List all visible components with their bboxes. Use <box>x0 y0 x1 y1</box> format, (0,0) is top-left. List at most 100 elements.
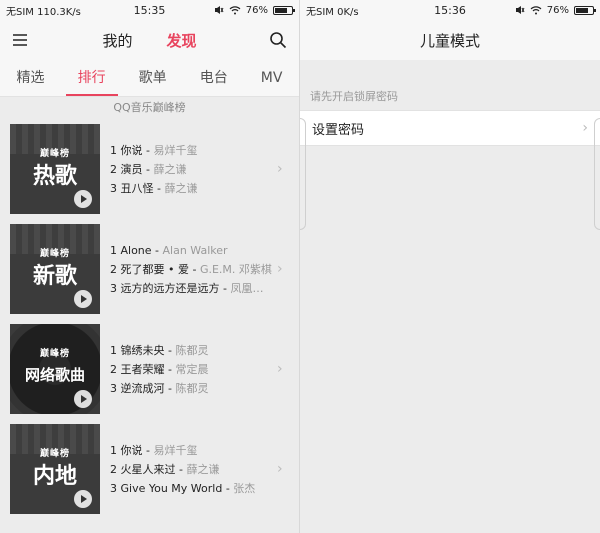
song-title: 3 丑八怪 <box>110 181 154 195</box>
play-icon[interactable] <box>74 390 92 408</box>
chart-item-network[interactable]: 巅峰榜 网络歌曲 1 锦绣未央 - 陈都灵 2 王者荣耀 - 常定晨 3 逆流成… <box>0 319 299 419</box>
battery-fill <box>275 7 288 13</box>
song-title: 1 Alone <box>110 243 152 257</box>
song-artist: 张杰 <box>233 481 256 495</box>
section-title: QQ音乐巅峰榜 <box>0 97 299 119</box>
screen-edge-right <box>594 118 600 230</box>
subtab-playlists[interactable]: 歌单 <box>127 60 179 96</box>
chevron-right-icon: › <box>277 361 283 377</box>
chart-cover[interactable]: 巅峰榜 内地 <box>10 424 100 514</box>
list-item: 3 Give You My World - 张杰 <box>110 481 256 495</box>
chart-cover[interactable]: 巅峰榜 热歌 <box>10 124 100 214</box>
song-title: 2 演员 <box>110 162 143 176</box>
song-title: 2 死了都要 • 爱 <box>110 262 189 276</box>
status-icons: 76% <box>197 5 296 16</box>
chevron-right-icon: › <box>582 120 588 136</box>
song-artist: 薛之谦 <box>153 162 187 176</box>
battery-icon <box>273 5 296 15</box>
song-list: 1 Alone - Alan Walker 2 死了都要 • 爱 - G.E.M… <box>100 241 277 298</box>
status-bar: 无SIM 110.3K/s 15:35 76% <box>0 0 299 20</box>
tab-discover[interactable]: 发现 <box>167 30 197 51</box>
kids-mode-screen: 无SIM 0K/s 15:36 76% 儿童模式 请先开启锁屏密码 设置密码 › <box>300 0 600 533</box>
carrier-text: 无SIM 0K/s <box>306 6 359 18</box>
song-artist: 薛之谦 <box>164 181 198 195</box>
play-icon[interactable] <box>74 290 92 308</box>
clock-text: 15:36 <box>434 3 466 17</box>
chart-cover[interactable]: 巅峰榜 网络歌曲 <box>10 324 100 414</box>
cover-title: 热歌 <box>32 164 77 189</box>
song-artist: Alan Walker <box>162 243 228 257</box>
set-password-label: 设置密码 <box>312 122 365 138</box>
song-title: 1 你说 <box>110 143 143 157</box>
wifi-icon <box>229 6 241 15</box>
tab-mine[interactable]: 我的 <box>102 30 132 51</box>
song-title: 3 远方的远方还是远方 <box>110 281 220 295</box>
chevron-right-icon: › <box>277 261 283 277</box>
subtab-ranking[interactable]: 排行 <box>65 60 118 96</box>
subtab-radio[interactable]: 电台 <box>188 60 240 96</box>
menu-icon[interactable] <box>12 32 28 48</box>
cover-title: 新歌 <box>32 264 77 289</box>
list-item: 1 你说 - 易烊千玺 <box>110 143 198 157</box>
song-list: 1 你说 - 易烊千玺 2 火星人来过 - 薛之谦 3 Give You My … <box>100 441 277 498</box>
list-item: 2 演员 - 薛之谦 <box>110 162 187 176</box>
wifi-icon <box>530 6 542 15</box>
status-bar: 无SIM 0K/s 15:36 76% <box>300 0 600 20</box>
song-title: 3 逆流成河 <box>110 381 165 395</box>
list-item: 3 丑八怪 - 薛之谦 <box>110 181 198 195</box>
page-title: 儿童模式 <box>300 20 600 60</box>
song-list: 1 你说 - 易烊千玺 2 演员 - 薛之谦 3 丑八怪 - 薛之谦 <box>100 141 277 198</box>
cover-title: 内地 <box>32 464 77 489</box>
subtab-mv[interactable]: MV <box>249 60 295 96</box>
song-title: 1 你说 <box>110 443 143 457</box>
song-artist: 凤凰… <box>230 281 264 295</box>
song-artist: 常定晨 <box>175 362 209 376</box>
list-item: 2 死了都要 • 爱 - G.E.M. 邓紫棋 <box>110 262 272 276</box>
battery-fill <box>576 7 588 13</box>
set-password-row[interactable]: 设置密码 › <box>300 110 600 146</box>
screens: 无SIM 110.3K/s 15:35 76% 我的 发现 精选 排行 歌单 电… <box>0 0 600 533</box>
list-item: 2 王者荣耀 - 常定晨 <box>110 362 209 376</box>
list-item: 3 远方的远方还是远方 - 凤凰… <box>110 281 264 295</box>
chart-cover[interactable]: 巅峰榜 新歌 <box>10 224 100 314</box>
play-icon[interactable] <box>74 190 92 208</box>
chevron-right-icon: › <box>277 161 283 177</box>
chevron-right-icon: › <box>277 461 283 477</box>
top-nav: 我的 发现 <box>0 20 299 60</box>
subtab-featured[interactable]: 精选 <box>5 60 57 96</box>
list-item: 1 Alone - Alan Walker <box>110 243 228 257</box>
cover-brand: 巅峰榜 <box>39 349 70 359</box>
discover-screen: 无SIM 110.3K/s 15:35 76% 我的 发现 精选 排行 歌单 电… <box>0 0 300 533</box>
song-artist: G.E.M. 邓紫棋 <box>199 262 272 276</box>
screen-edge-left <box>300 118 306 230</box>
song-artist: 易烊千玺 <box>153 443 198 457</box>
song-title: 1 锦绣未央 <box>110 343 165 357</box>
battery-percent: 76% <box>546 4 569 16</box>
top-tabs: 我的 发现 <box>102 30 196 51</box>
list-item: 1 你说 - 易烊千玺 <box>110 443 198 457</box>
list-item: 1 锦绣未央 - 陈都灵 <box>110 343 209 357</box>
song-title: 2 王者荣耀 <box>110 362 165 376</box>
battery-icon <box>574 5 596 15</box>
chart-item-mainland[interactable]: 巅峰榜 内地 1 你说 - 易烊千玺 2 火星人来过 - 薛之谦 3 Give … <box>0 419 299 519</box>
play-icon[interactable] <box>74 490 92 508</box>
list-item: 3 逆流成河 - 陈都灵 <box>110 381 209 395</box>
clock-text: 15:35 <box>133 3 166 17</box>
song-title: 2 火星人来过 <box>110 462 176 476</box>
mute-icon <box>515 6 525 14</box>
chart-item-new[interactable]: 巅峰榜 新歌 1 Alone - Alan Walker 2 死了都要 • 爱 … <box>0 219 299 319</box>
carrier-text: 无SIM 110.3K/s <box>6 6 81 18</box>
sub-tabs: 精选 排行 歌单 电台 MV <box>0 60 299 97</box>
mute-icon <box>214 6 224 14</box>
song-title: 3 Give You My World <box>110 481 223 495</box>
search-icon[interactable] <box>269 31 287 49</box>
lock-hint: 请先开启锁屏密码 <box>310 90 398 103</box>
song-artist: 陈都灵 <box>175 343 209 357</box>
status-icons: 76% <box>498 4 596 16</box>
chart-item-hot[interactable]: 巅峰榜 热歌 1 你说 - 易烊千玺 2 演员 - 薛之谦 3 丑八怪 - 薛之… <box>0 119 299 219</box>
list-item: 2 火星人来过 - 薛之谦 <box>110 462 220 476</box>
song-list: 1 锦绣未央 - 陈都灵 2 王者荣耀 - 常定晨 3 逆流成河 - 陈都灵 <box>100 341 277 398</box>
song-artist: 薛之谦 <box>186 462 220 476</box>
song-artist: 易烊千玺 <box>153 143 198 157</box>
song-artist: 陈都灵 <box>175 381 209 395</box>
